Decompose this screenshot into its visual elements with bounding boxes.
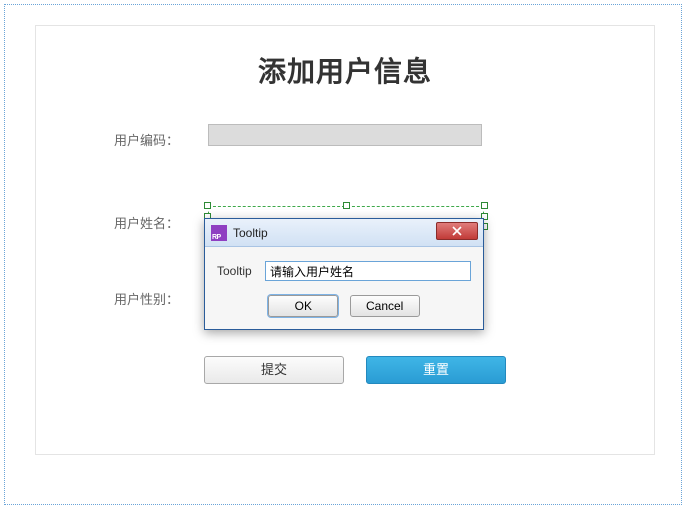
page-title: 添加用户信息: [36, 50, 654, 90]
resize-handle-tl[interactable]: [204, 202, 211, 209]
tooltip-text-input[interactable]: [265, 261, 471, 281]
close-icon: [452, 226, 462, 236]
cancel-button-label: Cancel: [366, 299, 403, 313]
dialog-field-label: Tooltip: [217, 264, 265, 278]
label-user-name: 用户姓名：: [114, 213, 179, 232]
label-user-gender: 用户性别：: [114, 289, 179, 308]
dialog-title: Tooltip: [233, 226, 268, 240]
reset-button-label: 重置: [423, 362, 449, 377]
dialog-body: Tooltip OK Cancel: [205, 247, 483, 329]
resize-handle-tc[interactable]: [343, 202, 350, 209]
label-user-code: 用户编码：: [114, 130, 179, 149]
ok-button[interactable]: OK: [268, 295, 338, 317]
tooltip-dialog: Tooltip Tooltip OK Cancel: [204, 218, 484, 330]
submit-button-label: 提交: [261, 362, 287, 377]
submit-button[interactable]: 提交: [204, 356, 344, 384]
ok-button-label: OK: [295, 299, 312, 313]
cancel-button[interactable]: Cancel: [350, 295, 420, 317]
dialog-field-row: Tooltip: [217, 261, 471, 281]
reset-button[interactable]: 重置: [366, 356, 506, 384]
dialog-close-button[interactable]: [436, 222, 478, 240]
axure-rp-icon: [211, 225, 227, 241]
dialog-titlebar[interactable]: Tooltip: [205, 219, 483, 247]
dialog-button-row: OK Cancel: [217, 295, 471, 317]
user-code-input[interactable]: [208, 124, 482, 146]
resize-handle-tr[interactable]: [481, 202, 488, 209]
